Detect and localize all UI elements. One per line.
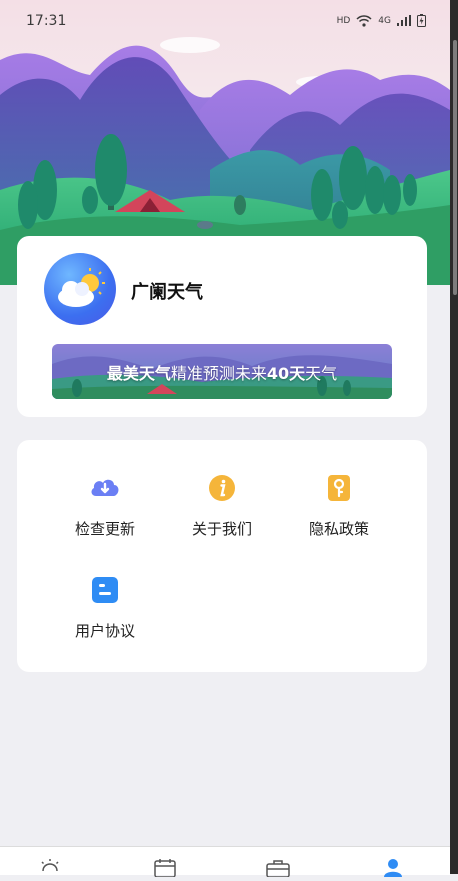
menu-item-user-agreement[interactable]: 用户协议 [50, 572, 160, 641]
scroll-indicator[interactable] [453, 40, 457, 295]
menu-item-privacy-policy[interactable]: 隐私政策 [284, 470, 394, 539]
banner-text-strong-2: 40天 [266, 363, 306, 383]
wifi-icon [356, 14, 372, 27]
banner-text-regular-1: 精准预测未来 [170, 363, 267, 383]
document-icon [87, 572, 123, 608]
network-label: 4G [378, 15, 391, 26]
info-icon [204, 470, 240, 506]
promo-banner[interactable]: 最美天气 精准预测未来 40天 天气 [52, 344, 392, 399]
nav-calendar-icon[interactable] [152, 857, 178, 878]
hd-label: HD [336, 15, 351, 26]
nav-user-icon[interactable] [380, 857, 406, 877]
menu-label-user-agreement: 用户协议 [74, 622, 135, 640]
menu-label-check-update: 检查更新 [74, 520, 135, 538]
menu-item-about-us[interactable]: 关于我们 [167, 470, 277, 539]
signal-icon [397, 15, 411, 26]
app-avatar [44, 253, 116, 325]
menu-label-privacy-policy: 隐私政策 [308, 520, 369, 538]
weather-cloud-sun-icon [58, 268, 105, 307]
banner-text: 最美天气 精准预测未来 40天 天气 [52, 344, 392, 399]
cloud-download-icon [87, 470, 123, 506]
app-name: 广阑天气 [131, 282, 203, 303]
nav-toolbox-icon[interactable] [265, 857, 291, 878]
menu-card: 检查更新 关于我们 隐私政策 用户协议 [17, 440, 427, 672]
status-bar: 17:31 HD 4G [0, 0, 450, 44]
menu-label-about-us: 关于我们 [191, 520, 252, 538]
status-time: 17:31 [26, 13, 67, 29]
menu-item-check-update[interactable]: 检查更新 [50, 470, 160, 539]
nav-weather-icon[interactable] [37, 857, 63, 877]
profile-card: 广阑天气 最美天气 精准预测未来 40天 天气 [17, 236, 427, 417]
banner-text-strong-1: 最美天气 [106, 363, 171, 383]
banner-text-regular-2: 天气 [305, 363, 338, 383]
bottom-nav [0, 846, 450, 878]
status-icons: HD 4G [337, 14, 426, 27]
battery-icon [417, 14, 426, 27]
key-icon [321, 470, 357, 506]
